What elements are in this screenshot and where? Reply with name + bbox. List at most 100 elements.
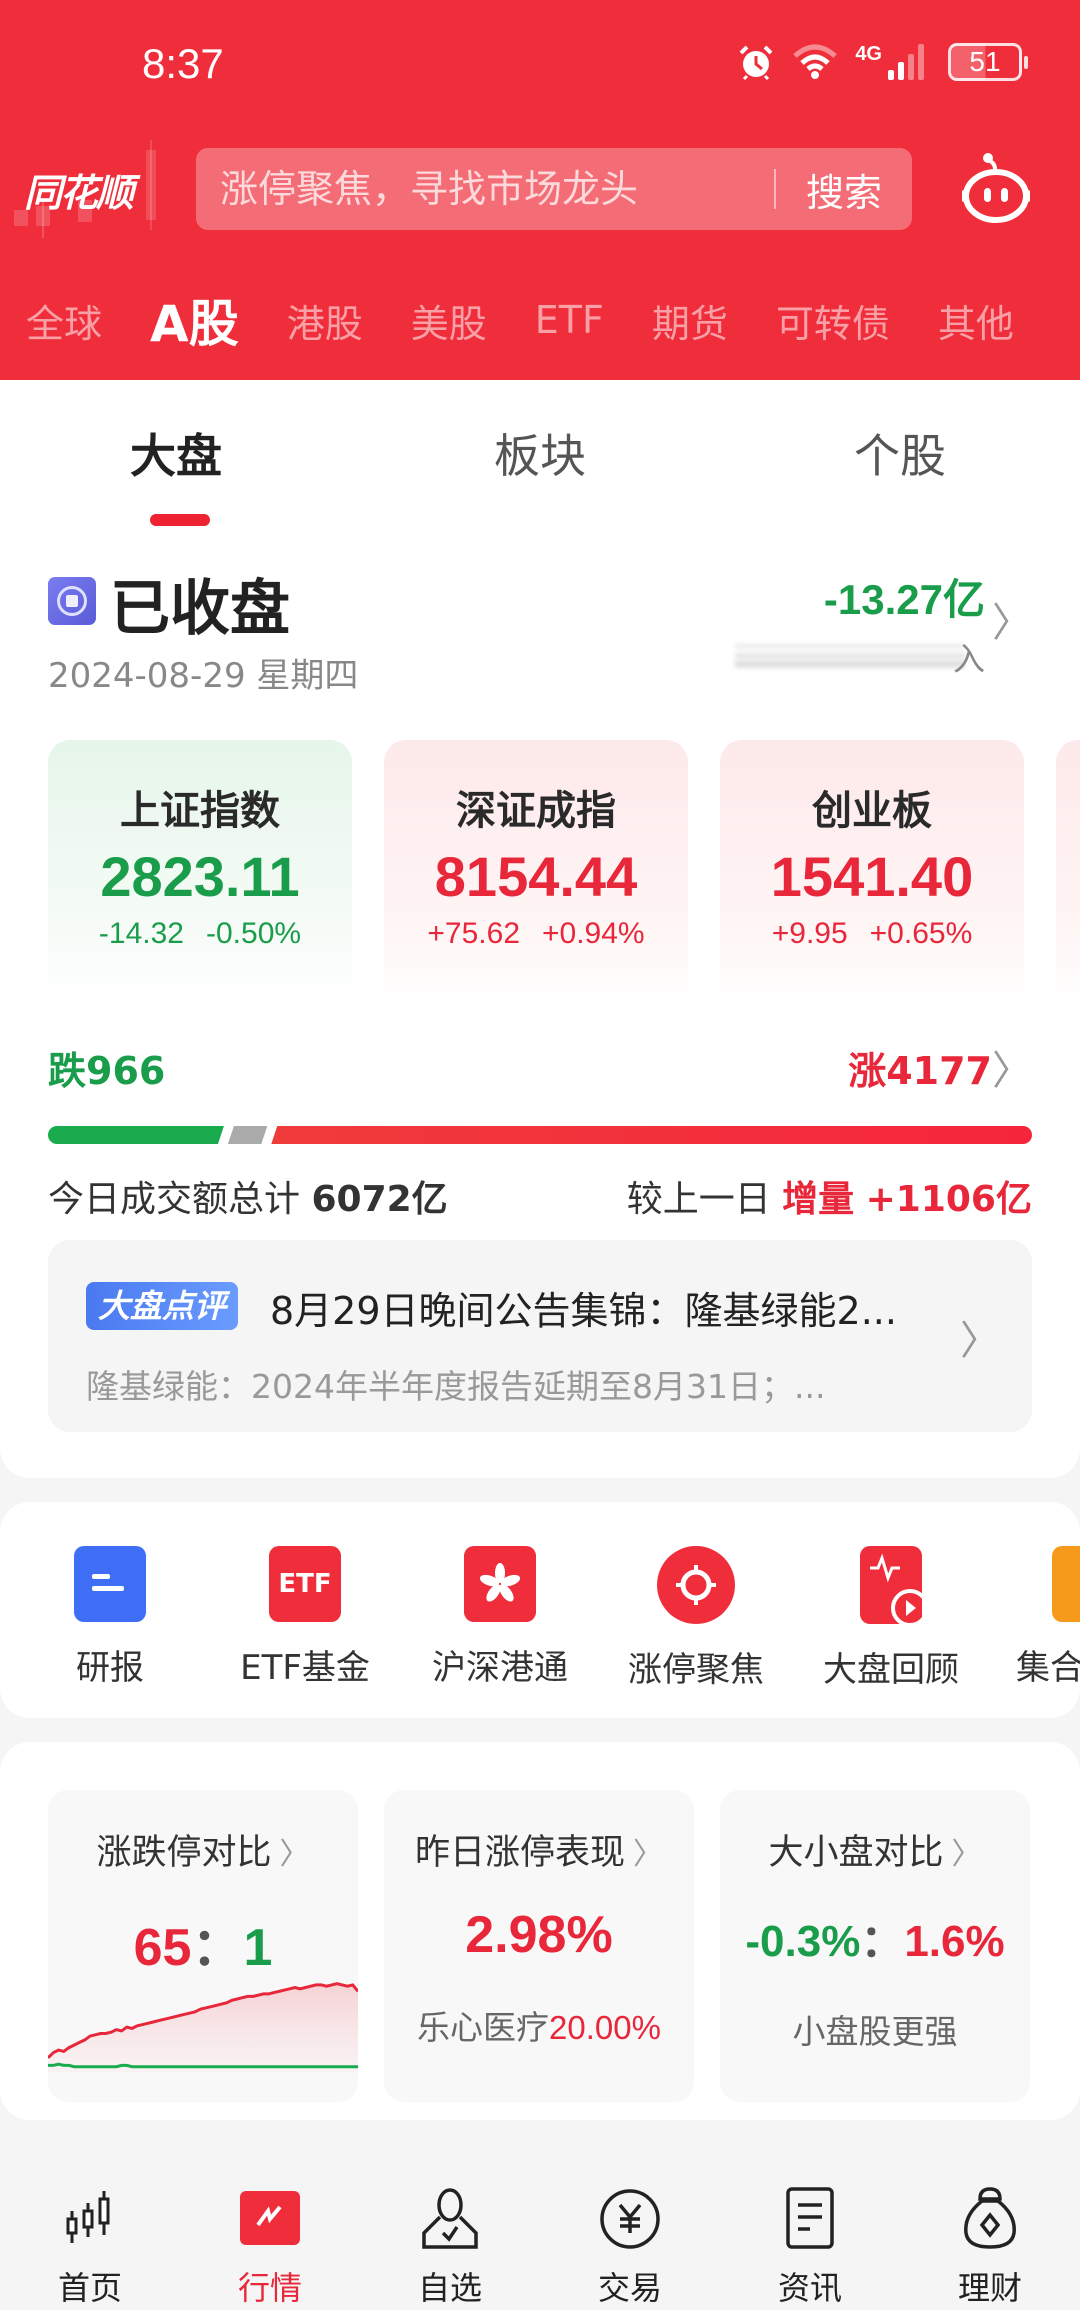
- quick-entry-auction[interactable]: 集合: [996, 1546, 1080, 1689]
- sub-tab-stocks[interactable]: 个股: [854, 420, 946, 486]
- index-change-percent: +0.94%: [542, 917, 645, 950]
- index-change-points: +9.95: [771, 917, 848, 950]
- index-value: 2823.11: [100, 845, 300, 908]
- large-small-cap-card[interactable]: 大小盘对比〉 -0.3%：1.6% 小盘股更强: [720, 1790, 1030, 2102]
- stat-value: 2.98%: [465, 1906, 613, 1964]
- nav-market[interactable]: 行情: [180, 2150, 360, 2310]
- search-bar[interactable]: 搜索: [196, 148, 912, 230]
- market-closed-icon: [48, 577, 96, 625]
- quick-entries: 研报 ETF ETF基金 沪深港通 涨停聚焦 大盘回顾 集合: [0, 1502, 1080, 1718]
- market-status-title: 已收盘: [110, 574, 290, 644]
- index-card-shenzhen[interactable]: 深证成指 8154.44 +75.62 +0.94%: [384, 740, 688, 1005]
- report-icon: [74, 1546, 146, 1622]
- market-tab-us[interactable]: 美股: [411, 293, 487, 348]
- top-stock-change: 20.00%: [549, 2009, 661, 2046]
- quick-entry-label: 涨停聚焦: [628, 1650, 764, 1690]
- market-tab-a-shares[interactable]: A股: [150, 290, 239, 350]
- quick-entry-label: 大盘回顾: [823, 1650, 959, 1690]
- large-cap-change: -0.3%: [745, 1917, 861, 1966]
- etf-icon: ETF: [269, 1546, 341, 1622]
- nav-watchlist[interactable]: 自选: [360, 2150, 540, 2310]
- rising-count: 涨4177: [848, 1049, 992, 1093]
- capital-flow-value[interactable]: -13.27亿: [824, 566, 985, 627]
- market-tab-global[interactable]: 全球: [26, 293, 102, 348]
- market-tab-hk[interactable]: 港股: [287, 293, 363, 348]
- market-commentary-card[interactable]: 大盘点评 8月29日晚间公告集锦：隆基绿能2... 隆基绿能：2024年半年度报…: [48, 1240, 1032, 1432]
- money-bag-icon: [964, 2187, 1016, 2249]
- quick-entry-research[interactable]: 研报: [20, 1546, 200, 1689]
- nav-label: 自选: [417, 2269, 482, 2307]
- market-stats: 涨跌停对比〉 65：1 昨日涨停表现〉 2.98% 乐心医疗20.00% 大小盘…: [0, 1742, 1080, 2120]
- top-stock-name: 乐心医疗: [417, 2008, 550, 2047]
- nav-label: 资讯: [777, 2269, 842, 2307]
- stat-sub: 乐心医疗20.00%: [384, 2001, 694, 2049]
- nav-wealth[interactable]: 理财: [900, 2150, 1080, 2310]
- market-tab-etf[interactable]: ETF: [535, 298, 604, 342]
- market-tab-convertible[interactable]: 可转债: [776, 293, 890, 348]
- sub-tab-market[interactable]: 大盘: [130, 420, 222, 486]
- turnover-label: 今日成交额总计: [48, 1179, 301, 1220]
- index-name: 上证指数: [120, 788, 280, 834]
- quick-entry-label: 集合: [1016, 1648, 1080, 1688]
- stat-title: 大小盘对比〉: [720, 1824, 1030, 1875]
- stat-sub: 小盘股更强: [792, 2012, 958, 2051]
- market-overview-card: 大盘 板块 个股 已收盘 2024-08-29 星期四 -13.27亿 入 〉 …: [0, 380, 1080, 1478]
- small-cap-change: 1.6%: [904, 1917, 1005, 1966]
- index-cards: 上证指数 2823.11 -14.32 -0.50% 深证成指 8154.44 +…: [0, 740, 1080, 1010]
- index-card-next-partial[interactable]: [1056, 740, 1080, 1005]
- chevron-right-icon: 〉: [633, 1837, 663, 1872]
- nav-label: 行情: [237, 2269, 302, 2307]
- index-name: 创业板: [812, 788, 932, 834]
- index-change-percent: -0.50%: [206, 917, 302, 950]
- search-button[interactable]: 搜索: [776, 162, 912, 217]
- index-card-chinext[interactable]: 创业板 1541.40 +9.95 +0.65%: [720, 740, 1024, 1005]
- breadth-bar-falling: [48, 1126, 224, 1144]
- quick-entry-label: 研报: [76, 1648, 144, 1688]
- market-tabs: 全球 A股 港股 美股 ETF 期货 可转债 其他: [0, 290, 1080, 350]
- quick-entry-review[interactable]: 大盘回顾: [801, 1546, 981, 1691]
- index-change-percent: +0.65%: [869, 917, 973, 950]
- yesterday-limit-up-card[interactable]: 昨日涨停表现〉 2.98% 乐心医疗20.00%: [384, 1790, 694, 2102]
- chevron-right-icon: 〉: [960, 1318, 1000, 1364]
- news-summary: 隆基绿能：2024年半年度报告延期至8月31日；...: [86, 1367, 826, 1406]
- news-icon: [786, 2187, 834, 2249]
- market-tab-other[interactable]: 其他: [938, 293, 1014, 348]
- chevron-right-icon[interactable]: 〉: [992, 590, 1032, 648]
- limit-up-down-ratio-card[interactable]: 涨跌停对比〉 65：1: [48, 1790, 358, 2102]
- nav-label: 交易: [597, 2269, 662, 2307]
- nav-label: 理财: [957, 2269, 1022, 2307]
- market-tab-futures[interactable]: 期货: [652, 293, 728, 348]
- stat-title: 涨跌停对比〉: [48, 1824, 358, 1875]
- search-input[interactable]: [196, 167, 774, 211]
- capital-flow-label: 入: [735, 634, 985, 678]
- nav-home[interactable]: 首页: [0, 2150, 180, 2310]
- robot-icon[interactable]: [960, 150, 1032, 226]
- falling-count: 跌966: [48, 1049, 166, 1093]
- watchlist-icon: [422, 2188, 478, 2249]
- nav-label: 首页: [57, 2269, 122, 2307]
- index-value: 8154.44: [434, 845, 638, 908]
- signal-icon: [888, 44, 924, 80]
- sub-tabs: 大盘 板块 个股: [0, 410, 1080, 530]
- market-date: 2024-08-29 星期四: [48, 656, 359, 696]
- chevron-right-icon[interactable]: 〉: [992, 1038, 1032, 1096]
- app-root: 8:37 4G 51 同花顺 涨停聚焦，寻找市场龙头 搜索 全球 A股 港股 美…: [0, 0, 1080, 2310]
- stat-value: -0.3%：1.6%: [720, 1905, 1030, 1969]
- chevron-right-icon: 〉: [279, 1837, 310, 1872]
- index-change: +75.62 +0.94%: [384, 917, 688, 951]
- sub-tab-sectors[interactable]: 板块: [494, 420, 586, 486]
- network-type: 4G: [855, 42, 882, 65]
- breadth-bar: [48, 1126, 1032, 1144]
- target-icon: [657, 1546, 735, 1624]
- index-change: -14.32 -0.50%: [48, 917, 352, 951]
- nav-trade[interactable]: 交易: [540, 2150, 720, 2310]
- quick-entry-etf[interactable]: ETF ETF基金: [215, 1546, 395, 1689]
- quick-entry-label: ETF基金: [240, 1648, 370, 1688]
- quick-entry-limit-up[interactable]: 涨停聚焦: [606, 1546, 786, 1691]
- limit-up-down-chart: [48, 1982, 358, 2072]
- index-card-shanghai[interactable]: 上证指数 2823.11 -14.32 -0.50%: [48, 740, 352, 1005]
- quick-entry-connect[interactable]: 沪深港通: [410, 1546, 590, 1689]
- candlestick-icon: [66, 2191, 110, 2243]
- bottom-nav: 首页 行情 自选 交易 资讯 理财: [0, 2150, 1080, 2310]
- nav-news[interactable]: 资讯: [720, 2150, 900, 2310]
